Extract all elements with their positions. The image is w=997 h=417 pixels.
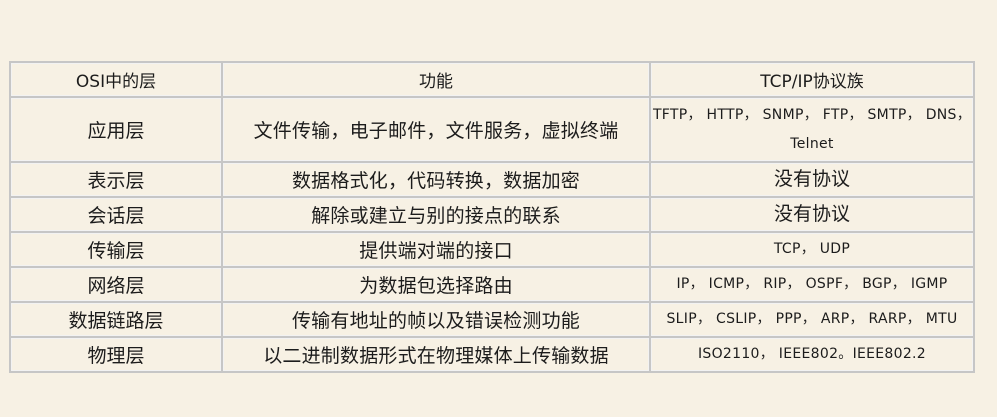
table-row-transport: 传输层 提供端对端的接口 TCP， UDP xyxy=(9,231,975,268)
table-row-physical: 物理层 以二进制数据形式在物理媒体上传输数据 ISO2110， IEEE802。… xyxy=(9,336,975,373)
header-osi-layer: OSI中的层 xyxy=(9,61,223,98)
protocols-cell: TFTP， HTTP， SNMP， FTP， SMTP， DNS， Telnet xyxy=(649,96,975,163)
table-header-row: OSI中的层 功能 TCP/IP协议族 xyxy=(9,61,975,98)
header-function: 功能 xyxy=(221,61,651,98)
table-row-application: 应用层 文件传输，电子邮件，文件服务，虚拟终端 TFTP， HTTP， SNMP… xyxy=(9,96,975,163)
function-cell: 为数据包选择路由 xyxy=(221,266,651,303)
protocols-cell: TCP， UDP xyxy=(649,231,975,268)
protocols-cell: 没有协议 xyxy=(649,161,975,198)
function-cell: 提供端对端的接口 xyxy=(221,231,651,268)
layer-cell: 表示层 xyxy=(9,161,223,198)
layer-cell: 传输层 xyxy=(9,231,223,268)
table-row-network: 网络层 为数据包选择路由 IP， ICMP， RIP， OSPF， BGP， I… xyxy=(9,266,975,303)
osi-tcpip-table: OSI中的层 功能 TCP/IP协议族 应用层 文件传输，电子邮件，文件服务，虚… xyxy=(9,61,975,373)
layer-cell: 会话层 xyxy=(9,196,223,233)
function-cell: 传输有地址的帧以及错误检测功能 xyxy=(221,301,651,338)
layer-cell: 数据链路层 xyxy=(9,301,223,338)
protocols-cell: SLIP， CSLIP， PPP， ARP， RARP， MTU xyxy=(649,301,975,338)
protocols-cell: IP， ICMP， RIP， OSPF， BGP， IGMP xyxy=(649,266,975,303)
page-top-strip xyxy=(0,0,997,10)
table-row-presentation: 表示层 数据格式化，代码转换，数据加密 没有协议 xyxy=(9,161,975,198)
protocols-cell: ISO2110， IEEE802。IEEE802.2 xyxy=(649,336,975,373)
table-row-data-link: 数据链路层 传输有地址的帧以及错误检测功能 SLIP， CSLIP， PPP， … xyxy=(9,301,975,338)
function-cell: 以二进制数据形式在物理媒体上传输数据 xyxy=(221,336,651,373)
table-row-session: 会话层 解除或建立与别的接点的联系 没有协议 xyxy=(9,196,975,233)
layer-cell: 物理层 xyxy=(9,336,223,373)
function-cell: 数据格式化，代码转换，数据加密 xyxy=(221,161,651,198)
function-cell: 文件传输，电子邮件，文件服务，虚拟终端 xyxy=(221,96,651,163)
header-tcpip-protocols: TCP/IP协议族 xyxy=(649,61,975,98)
protocols-cell: 没有协议 xyxy=(649,196,975,233)
layer-cell: 应用层 xyxy=(9,96,223,163)
function-cell: 解除或建立与别的接点的联系 xyxy=(221,196,651,233)
layer-cell: 网络层 xyxy=(9,266,223,303)
